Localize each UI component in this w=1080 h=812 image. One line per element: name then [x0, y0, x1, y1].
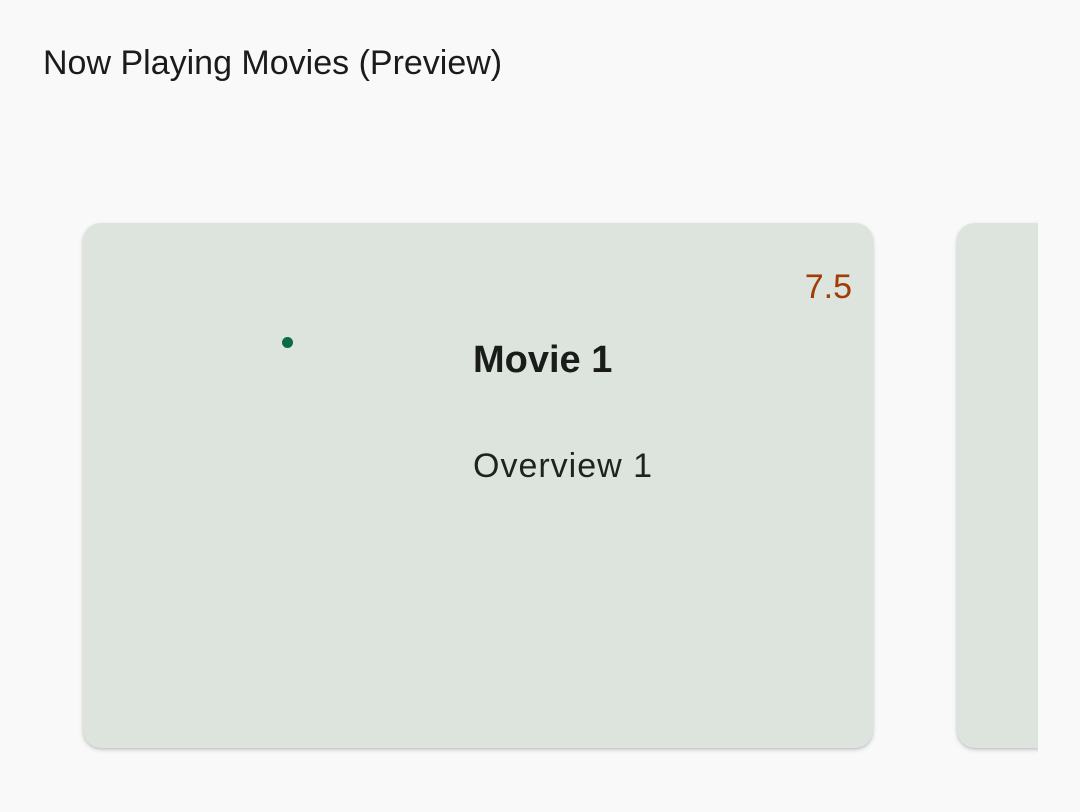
- poster-loading-indicator: [282, 337, 293, 348]
- movie-carousel[interactable]: 7.5 Movie 1 Overview 1: [0, 0, 1038, 812]
- movie-card-next[interactable]: [957, 223, 1038, 748]
- movie-title: Movie 1: [473, 339, 613, 381]
- movie-card[interactable]: 7.5 Movie 1 Overview 1: [83, 223, 873, 748]
- movie-rating: 7.5: [804, 268, 852, 306]
- movie-overview: Overview 1: [473, 447, 654, 485]
